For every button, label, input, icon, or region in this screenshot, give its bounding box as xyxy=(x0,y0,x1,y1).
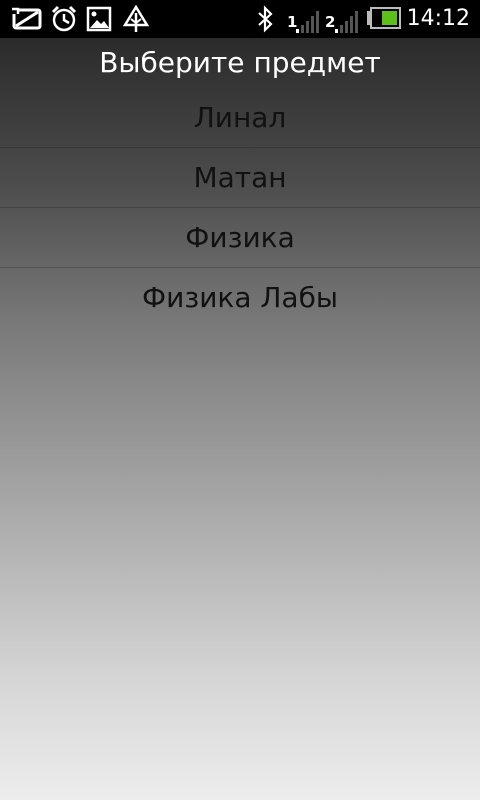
status-time: 14:12 xyxy=(406,6,470,31)
subject-screen: Выберите предмет Линал Матан Физика Физи… xyxy=(0,38,480,800)
signal-icon: 1 xyxy=(287,11,319,33)
list-item-linal[interactable]: Линал xyxy=(0,88,480,148)
subject-list: Линал Матан Физика Физика Лабы xyxy=(0,88,480,328)
list-item-fizika-laby[interactable]: Физика Лабы xyxy=(0,268,480,328)
status-bar: 1 2 14:12 xyxy=(0,0,480,38)
page-title: Выберите предмет xyxy=(99,46,381,79)
alarm-icon xyxy=(51,5,77,32)
gallery-icon xyxy=(86,6,112,32)
signal-sim2-icon: 2 xyxy=(325,11,359,33)
screenshot-icon xyxy=(11,7,42,30)
list-item-fizika[interactable]: Физика xyxy=(0,208,480,268)
battery-icon xyxy=(367,7,401,29)
bluetooth-icon xyxy=(258,5,273,33)
list-item-matan[interactable]: Матан xyxy=(0,148,480,208)
sync-icon xyxy=(122,5,150,32)
sim2-label: 2 xyxy=(325,13,336,31)
